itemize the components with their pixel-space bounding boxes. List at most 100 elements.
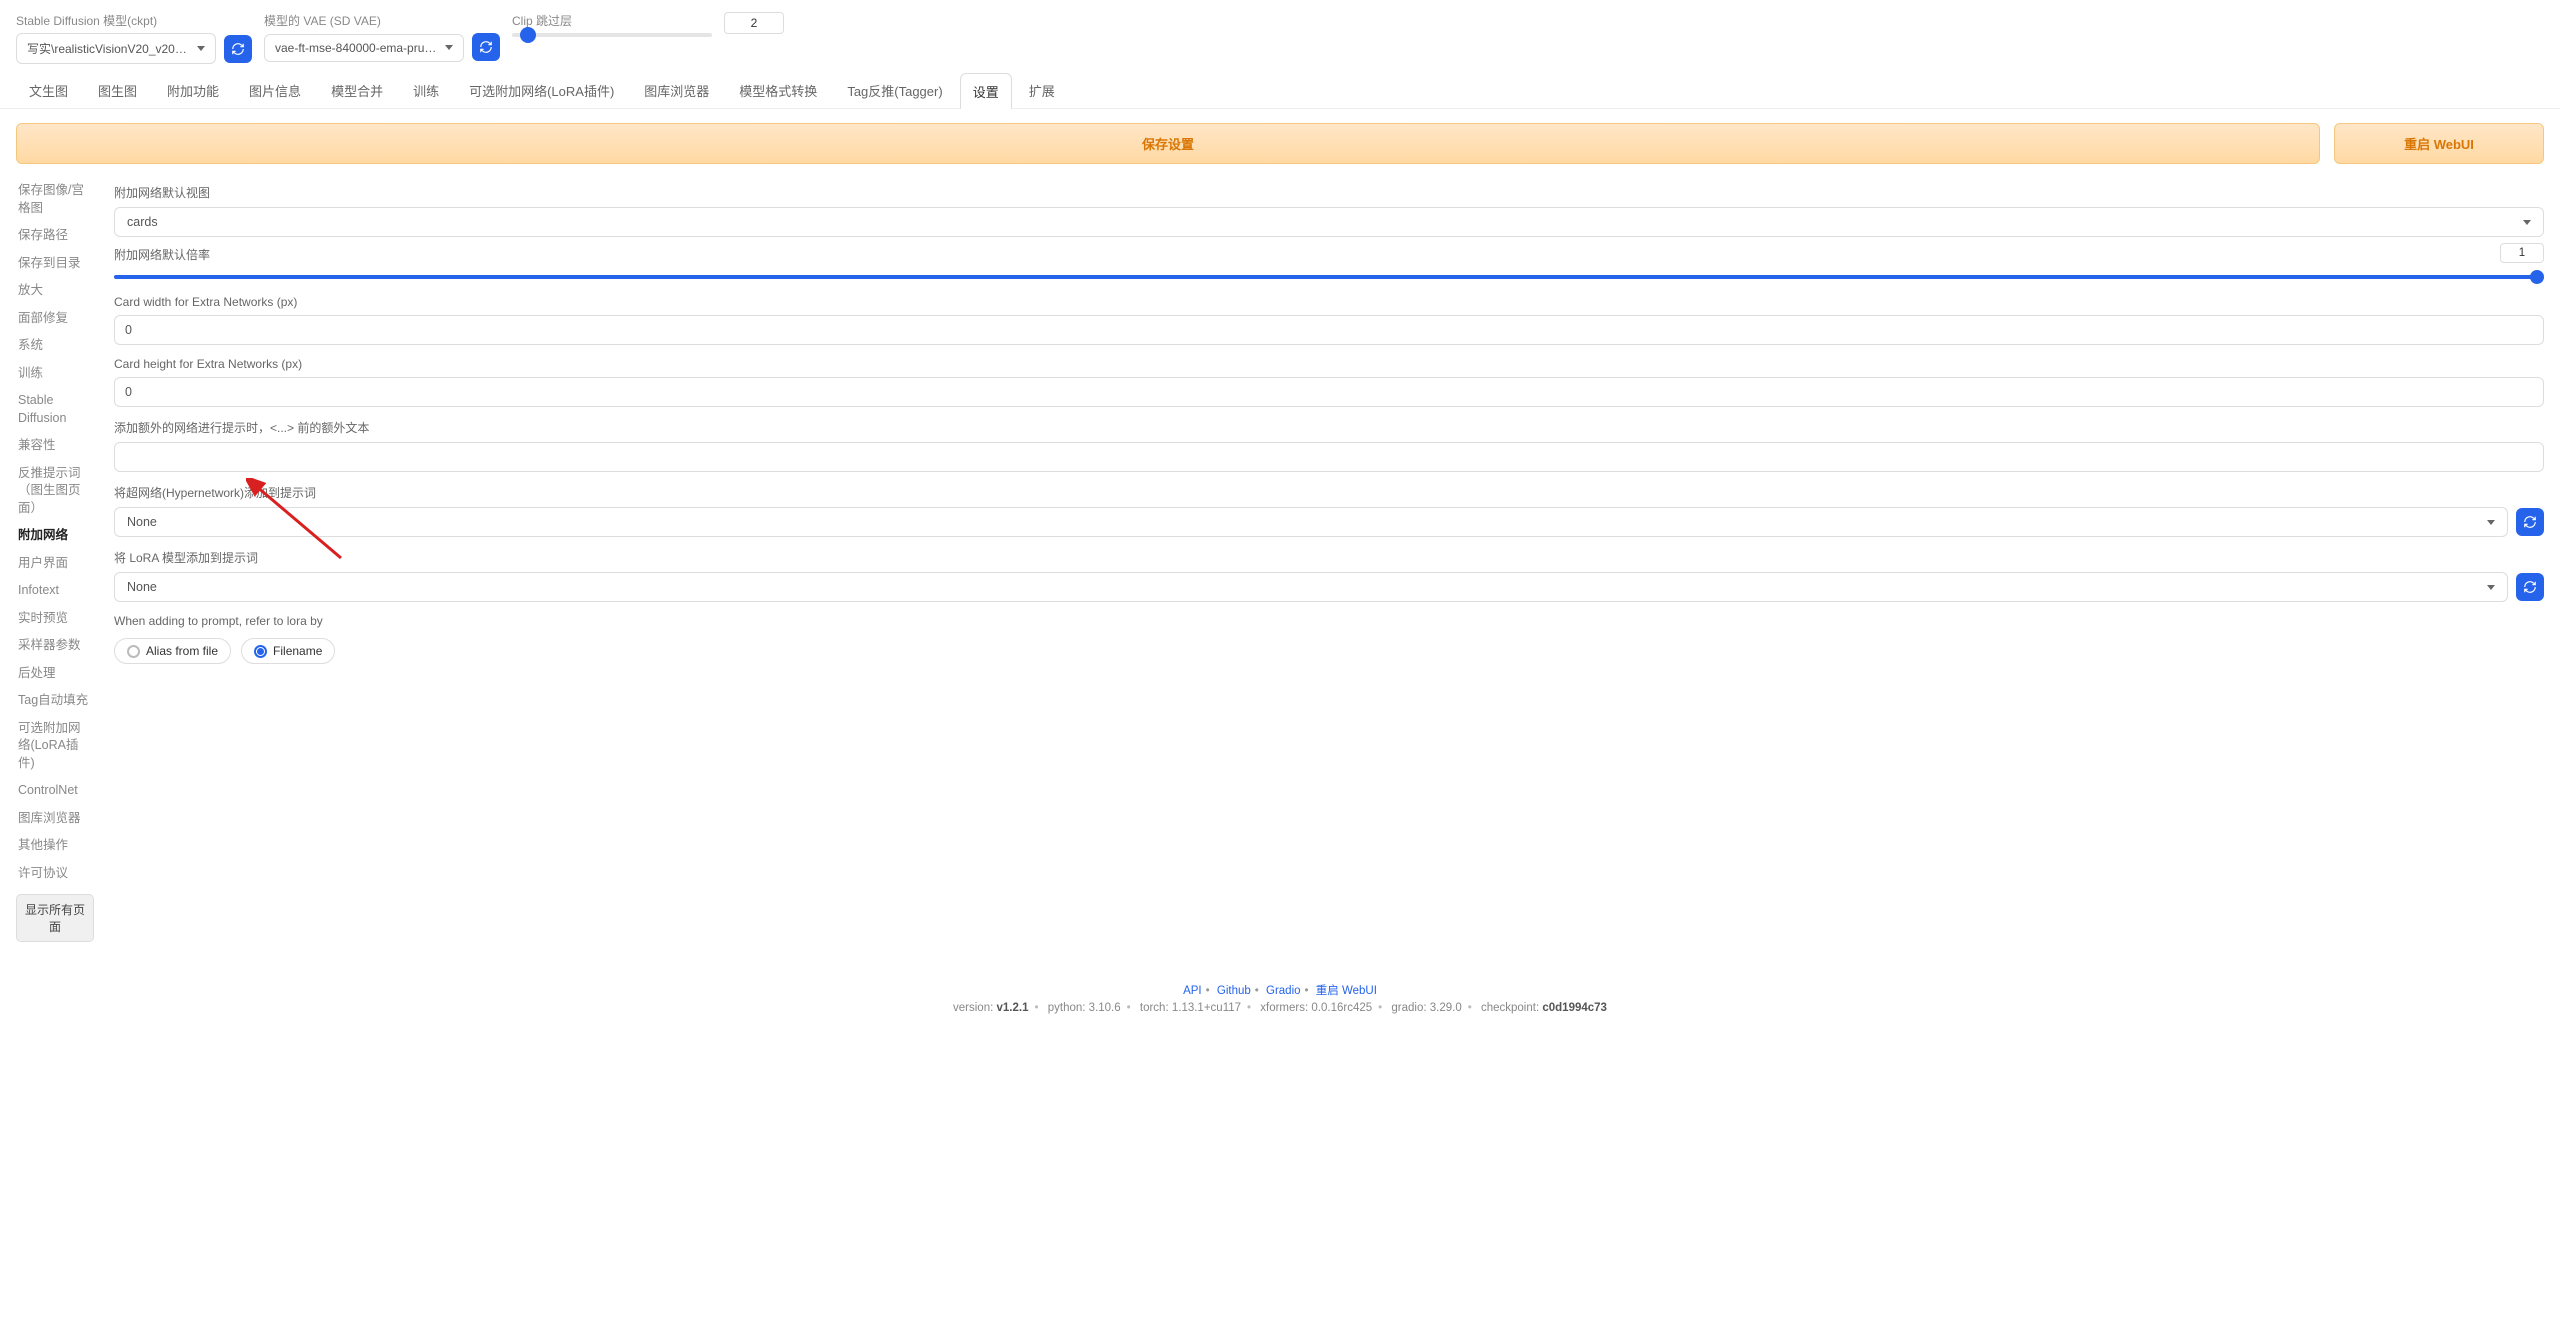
clip-slider[interactable] bbox=[512, 33, 712, 37]
sidebar-item-5[interactable]: 系统 bbox=[16, 333, 94, 359]
lora-value: None bbox=[127, 580, 157, 594]
tab-3[interactable]: 图片信息 bbox=[236, 72, 314, 108]
python-label: python: bbox=[1048, 1002, 1086, 1014]
tab-0[interactable]: 文生图 bbox=[16, 72, 81, 108]
lora-label: 将 LoRA 模型添加到提示词 bbox=[114, 549, 2544, 566]
default-mult-slider[interactable] bbox=[114, 273, 2544, 281]
default-mult-value[interactable]: 1 bbox=[2500, 243, 2544, 263]
radio-alias-label: Alias from file bbox=[146, 644, 218, 658]
sidebar-item-3[interactable]: 放大 bbox=[16, 278, 94, 304]
ckpt-refresh-button[interactable] bbox=[224, 35, 252, 63]
tab-4[interactable]: 模型合并 bbox=[318, 72, 396, 108]
footer-link-api[interactable]: API bbox=[1183, 985, 1202, 997]
extra-text-input[interactable] bbox=[114, 442, 2544, 472]
default-view-dropdown[interactable]: cards bbox=[114, 207, 2544, 237]
tab-6[interactable]: 可选附加网络(LoRA插件) bbox=[456, 72, 627, 108]
slider-thumb[interactable] bbox=[2530, 270, 2544, 284]
tab-9[interactable]: Tag反推(Tagger) bbox=[834, 72, 955, 108]
radio-icon bbox=[127, 645, 140, 658]
content: 保存图像/宫格图保存路径保存到目录放大面部修复系统训练Stable Diffus… bbox=[0, 178, 2560, 966]
sidebar-item-12[interactable]: Infotext bbox=[16, 578, 94, 604]
save-settings-button[interactable]: 保存设置 bbox=[16, 123, 2320, 164]
card-width-label: Card width for Extra Networks (px) bbox=[114, 295, 2544, 309]
sidebar-item-11[interactable]: 用户界面 bbox=[16, 551, 94, 577]
default-view-value: cards bbox=[127, 215, 158, 229]
sidebar-item-6[interactable]: 训练 bbox=[16, 361, 94, 387]
settings-panel: 附加网络默认视图 cards 附加网络默认倍率 1 Card width for… bbox=[114, 178, 2544, 942]
version-label: version: bbox=[953, 1002, 993, 1014]
sidebar-item-7[interactable]: Stable Diffusion bbox=[16, 388, 94, 431]
action-row: 保存设置 重启 WebUI bbox=[0, 109, 2560, 178]
sidebar-item-1[interactable]: 保存路径 bbox=[16, 223, 94, 249]
card-height-input[interactable] bbox=[114, 377, 2544, 407]
default-mult-label: 附加网络默认倍率 bbox=[114, 246, 210, 263]
refresh-icon bbox=[2523, 580, 2537, 594]
radio-alias-from-file[interactable]: Alias from file bbox=[114, 638, 231, 664]
sidebar-item-20[interactable]: 其他操作 bbox=[16, 833, 94, 859]
sidebar-item-2[interactable]: 保存到目录 bbox=[16, 251, 94, 277]
hypernetwork-refresh-button[interactable] bbox=[2516, 508, 2544, 536]
chevron-down-icon bbox=[2487, 520, 2495, 525]
show-all-pages-button[interactable]: 显示所有页面 bbox=[16, 894, 94, 942]
vae-dropdown[interactable]: vae-ft-mse-840000-ema-pruned.safetensors bbox=[264, 34, 464, 62]
tab-1[interactable]: 图生图 bbox=[85, 72, 150, 108]
xformers-label: xformers: bbox=[1260, 1002, 1308, 1014]
tab-8[interactable]: 模型格式转换 bbox=[726, 72, 830, 108]
restart-webui-button[interactable]: 重启 WebUI bbox=[2334, 123, 2544, 164]
chevron-down-icon bbox=[445, 45, 453, 50]
hypernetwork-dropdown[interactable]: None bbox=[114, 507, 2508, 537]
sidebar-item-21[interactable]: 许可协议 bbox=[16, 861, 94, 887]
card-height-label: Card height for Extra Networks (px) bbox=[114, 357, 2544, 371]
sidebar-item-18[interactable]: ControlNet bbox=[16, 778, 94, 804]
gradio-label: gradio: bbox=[1391, 1002, 1426, 1014]
chevron-down-icon bbox=[2523, 220, 2531, 225]
sidebar-item-10[interactable]: 附加网络 bbox=[16, 523, 94, 549]
refer-lora-radio-group: Alias from file Filename bbox=[114, 638, 2544, 664]
refresh-icon bbox=[479, 40, 493, 54]
lora-refresh-button[interactable] bbox=[2516, 573, 2544, 601]
sidebar-item-19[interactable]: 图库浏览器 bbox=[16, 806, 94, 832]
sidebar-item-17[interactable]: 可选附加网络(LoRA插件) bbox=[16, 716, 94, 777]
sidebar-item-13[interactable]: 实时预览 bbox=[16, 606, 94, 632]
refresh-icon bbox=[231, 42, 245, 56]
lora-dropdown[interactable]: None bbox=[114, 572, 2508, 602]
sidebar-item-9[interactable]: 反推提示词（图生图页面） bbox=[16, 461, 94, 522]
chevron-down-icon bbox=[2487, 585, 2495, 590]
clip-group: Clip 跳过层 bbox=[512, 12, 712, 37]
ckpt-value: 写实\realisticVisionV20_v20.safetensors [c… bbox=[27, 40, 189, 57]
checkpoint-value: c0d1994c73 bbox=[1542, 1002, 1607, 1014]
radio-filename[interactable]: Filename bbox=[241, 638, 335, 664]
sidebar-item-4[interactable]: 面部修复 bbox=[16, 306, 94, 332]
tab-11[interactable]: 扩展 bbox=[1016, 72, 1068, 108]
ckpt-dropdown[interactable]: 写实\realisticVisionV20_v20.safetensors [c… bbox=[16, 33, 216, 64]
ckpt-label: Stable Diffusion 模型(ckpt) bbox=[16, 12, 252, 29]
tab-5[interactable]: 训练 bbox=[400, 72, 452, 108]
vae-group: 模型的 VAE (SD VAE) vae-ft-mse-840000-ema-p… bbox=[264, 12, 500, 62]
refresh-icon bbox=[2523, 515, 2537, 529]
checkpoint-label: checkpoint: bbox=[1481, 1002, 1539, 1014]
ckpt-group: Stable Diffusion 模型(ckpt) 写实\realisticVi… bbox=[16, 12, 252, 64]
footer-link-gradio[interactable]: Gradio bbox=[1266, 985, 1301, 997]
footer-link-restart[interactable]: 重启 WebUI bbox=[1316, 985, 1377, 997]
gradio-value: 3.29.0 bbox=[1430, 1002, 1462, 1014]
version-value: v1.2.1 bbox=[997, 1002, 1029, 1014]
refer-lora-label: When adding to prompt, refer to lora by bbox=[114, 614, 2544, 628]
sidebar-item-15[interactable]: 后处理 bbox=[16, 661, 94, 687]
radio-filename-label: Filename bbox=[273, 644, 322, 658]
torch-value: 1.13.1+cu117 bbox=[1172, 1002, 1241, 1014]
footer-link-github[interactable]: Github bbox=[1217, 985, 1251, 997]
sidebar-item-8[interactable]: 兼容性 bbox=[16, 433, 94, 459]
tab-10[interactable]: 设置 bbox=[960, 73, 1012, 109]
footer: API• Github• Gradio• 重启 WebUI version: v… bbox=[0, 966, 2560, 1030]
sidebar-item-16[interactable]: Tag自动填充 bbox=[16, 688, 94, 714]
extra-text-label: 添加额外的网络进行提示时，<...> 前的额外文本 bbox=[114, 419, 2544, 436]
tab-2[interactable]: 附加功能 bbox=[154, 72, 232, 108]
torch-label: torch: bbox=[1140, 1002, 1169, 1014]
tab-7[interactable]: 图库浏览器 bbox=[631, 72, 722, 108]
vae-refresh-button[interactable] bbox=[472, 33, 500, 61]
card-width-input[interactable] bbox=[114, 315, 2544, 345]
sidebar-item-0[interactable]: 保存图像/宫格图 bbox=[16, 178, 94, 221]
slider-thumb[interactable] bbox=[520, 27, 536, 43]
clip-value[interactable]: 2 bbox=[724, 12, 784, 34]
sidebar-item-14[interactable]: 采样器参数 bbox=[16, 633, 94, 659]
